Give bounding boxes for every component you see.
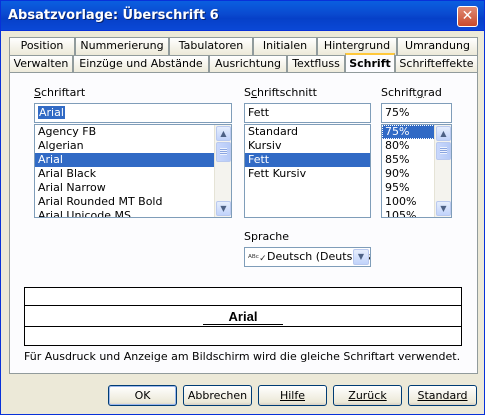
font-name-input[interactable]: Arial bbox=[34, 103, 232, 123]
preview-line-bottom bbox=[25, 326, 461, 327]
font-list-item[interactable]: Arial Unicode MS bbox=[35, 209, 231, 217]
font-list-item-selected[interactable]: Arial bbox=[35, 153, 231, 167]
font-label: Schriftart bbox=[34, 86, 86, 99]
abc-check-icon: ᴬᴮᶜ✓ bbox=[248, 254, 267, 264]
dialog-window: Absatzvorlage: Überschrift 6 ✕ Position … bbox=[0, 0, 485, 415]
tab-ausrichtung[interactable]: Ausrichtung bbox=[209, 55, 287, 73]
close-icon: ✕ bbox=[461, 8, 474, 24]
font-list-item[interactable]: Agency FB bbox=[35, 125, 231, 139]
style-list-item-selected[interactable]: Fett bbox=[245, 153, 370, 167]
close-button[interactable]: ✕ bbox=[457, 6, 478, 27]
scroll-thumb[interactable] bbox=[216, 142, 231, 162]
style-list-item[interactable]: Standard bbox=[245, 125, 370, 139]
title-bar[interactable]: Absatzvorlage: Überschrift 6 ✕ bbox=[1, 1, 484, 31]
style-list-item[interactable]: Fett Kursiv bbox=[245, 167, 370, 181]
chevron-down-icon[interactable]: ▼ bbox=[353, 249, 369, 265]
back-button[interactable]: Zurück bbox=[333, 385, 402, 406]
font-style-input[interactable]: Fett bbox=[244, 103, 371, 123]
standard-button[interactable]: Standard bbox=[408, 385, 477, 406]
style-label: Schriftschnitt bbox=[244, 86, 317, 99]
help-button[interactable]: Hilfe bbox=[258, 385, 327, 406]
style-list-item[interactable]: Kursiv bbox=[245, 139, 370, 153]
ok-button[interactable]: OK bbox=[108, 385, 177, 406]
font-size-list[interactable]: 75% 80% 85% 90% 95% 100% 105% ▲ ▼ bbox=[381, 124, 452, 218]
font-list-item[interactable]: Arial Rounded MT Bold bbox=[35, 195, 231, 209]
font-list[interactable]: Agency FB Algerian Arial Arial Black Ari… bbox=[34, 124, 232, 218]
tab-schrift[interactable]: Schrift bbox=[345, 53, 395, 73]
font-list-item[interactable]: Algerian bbox=[35, 139, 231, 153]
tab-nummerierung[interactable]: Nummerierung bbox=[75, 37, 169, 55]
scroll-thumb[interactable] bbox=[436, 142, 451, 160]
info-text: Für Ausdruck und Anzeige am Bildschirm w… bbox=[24, 350, 461, 363]
font-list-scrollbar[interactable]: ▲ ▼ bbox=[214, 125, 231, 217]
font-style-list[interactable]: Standard Kursiv Fett Fett Kursiv bbox=[244, 124, 371, 218]
scroll-down-arrow-icon[interactable]: ▼ bbox=[216, 201, 231, 216]
tab-schrifteffekte[interactable]: Schrifteffekte bbox=[395, 55, 478, 73]
scroll-down-arrow-icon[interactable]: ▼ bbox=[436, 201, 451, 216]
font-list-item[interactable]: Arial Black bbox=[35, 167, 231, 181]
language-label: Sprache bbox=[244, 230, 290, 243]
font-list-item[interactable]: Arial Narrow bbox=[35, 181, 231, 195]
tab-position[interactable]: Position bbox=[9, 37, 75, 55]
preview-line-top bbox=[25, 305, 461, 306]
size-list-scrollbar[interactable]: ▲ ▼ bbox=[434, 125, 451, 217]
language-combobox[interactable]: ᴬᴮᶜ✓ Deutsch (Deutschland) ▼ bbox=[244, 247, 371, 267]
tab-initialen[interactable]: Initialen bbox=[253, 37, 317, 55]
tab-panel-schrift: Schriftart Arial Agency FB Algerian Aria… bbox=[9, 72, 478, 374]
tab-einzuege-abstaende[interactable]: Einzüge und Abstände bbox=[73, 55, 209, 73]
cancel-button[interactable]: Abbrechen bbox=[183, 385, 252, 406]
size-label: Schriftgrad bbox=[381, 86, 442, 99]
window-title: Absatzvorlage: Überschrift 6 bbox=[8, 8, 219, 23]
tab-umrandung[interactable]: Umrandung bbox=[397, 37, 478, 55]
scroll-up-arrow-icon[interactable]: ▲ bbox=[436, 126, 451, 141]
font-size-input[interactable]: 75% bbox=[381, 103, 452, 123]
preview-sample-text: Arial bbox=[25, 309, 461, 325]
font-preview: Arial bbox=[24, 287, 462, 346]
scroll-up-arrow-icon[interactable]: ▲ bbox=[216, 126, 231, 141]
tab-tabulatoren[interactable]: Tabulatoren bbox=[169, 37, 253, 55]
tab-textfluss[interactable]: Textfluss bbox=[287, 55, 345, 73]
tab-verwalten[interactable]: Verwalten bbox=[9, 55, 73, 73]
